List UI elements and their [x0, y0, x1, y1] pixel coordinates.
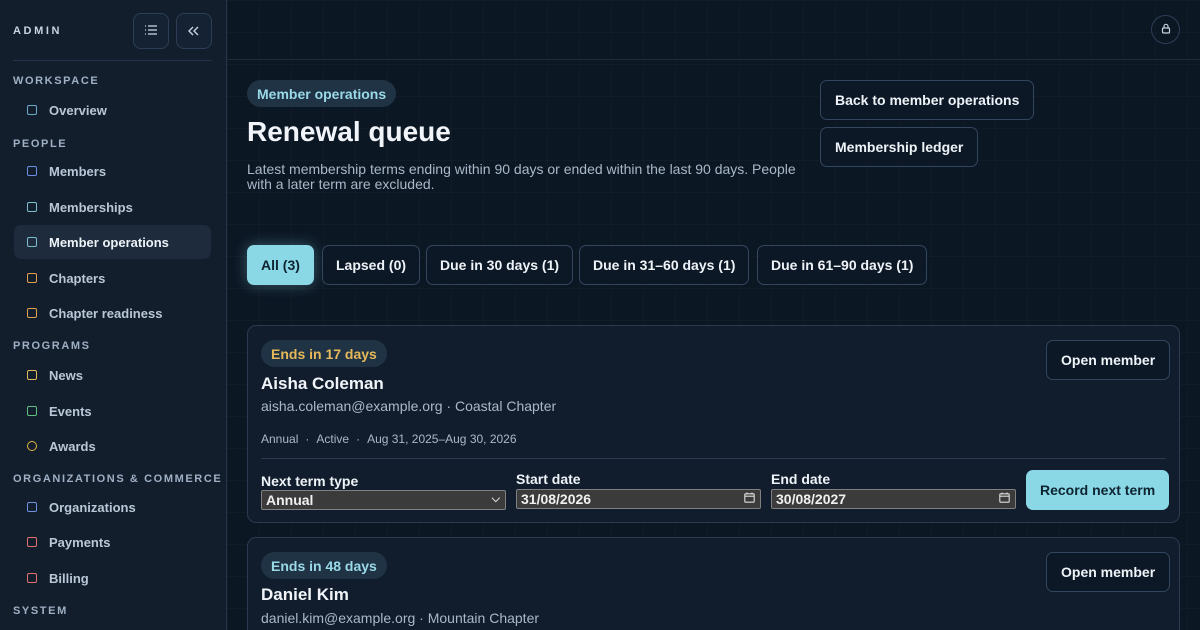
- sidebar-item-chapters[interactable]: Chapters: [14, 261, 211, 295]
- member-chapter: Mountain Chapter: [427, 610, 540, 626]
- membership-ledger-button[interactable]: Membership ledger: [820, 127, 979, 167]
- main-content: Member operations Renewal queue Latest m…: [227, 0, 1200, 630]
- member-term-meta: Annual · Active · Aug 31, 2025–Aug 30, 2026: [261, 432, 517, 446]
- term-range: Aug 31, 2025–Aug 30, 2026: [367, 432, 517, 446]
- end-date-value: 30/08/2027: [776, 491, 847, 507]
- sidebar-item-chapter-readiness[interactable]: Chapter readiness: [14, 296, 211, 330]
- credit-card-icon: [27, 573, 37, 583]
- sidebar-item-member-operations[interactable]: Member operations: [14, 225, 211, 259]
- list-view-button[interactable]: [133, 13, 169, 49]
- sidebar-item-label: Billing: [49, 570, 89, 586]
- newspaper-icon: [27, 370, 37, 380]
- open-member-button[interactable]: Open member: [1046, 340, 1171, 380]
- back-to-member-operations-button[interactable]: Back to member operations: [820, 80, 1035, 120]
- end-date-input[interactable]: 30/08/2027: [771, 489, 1016, 509]
- calendar-icon[interactable]: [744, 492, 755, 506]
- grid-icon: [27, 105, 37, 115]
- sidebar-item-organizations[interactable]: Organizations: [14, 490, 211, 524]
- page-description: Latest membership terms ending within 90…: [247, 161, 796, 192]
- filter-lapsed[interactable]: Lapsed (0): [322, 245, 421, 285]
- filter-all[interactable]: All (3): [247, 245, 314, 285]
- card-divider: [261, 458, 1166, 459]
- sidebar-item-news[interactable]: News: [14, 358, 211, 392]
- sidebar-item-label: Members: [49, 163, 107, 179]
- sidebar-item-label: Organizations: [49, 499, 136, 515]
- users-icon: [27, 166, 37, 176]
- status-badge: Ends in 48 days: [261, 552, 387, 579]
- start-date-label: Start date: [516, 471, 581, 487]
- lock-button[interactable]: [1151, 15, 1180, 44]
- filter-due-30[interactable]: Due in 30 days (1): [426, 245, 574, 285]
- member-contact: daniel.kim@example.org · Mountain Chapte…: [261, 610, 540, 626]
- sidebar-item-label: Chapter readiness: [49, 305, 163, 321]
- section-title-system: SYSTEM: [13, 605, 68, 617]
- filter-due-31-60[interactable]: Due in 31–60 days (1): [579, 245, 750, 285]
- record-next-term-button[interactable]: Record next term: [1026, 470, 1170, 510]
- sidebar-item-members[interactable]: Members: [14, 154, 211, 188]
- sidebar-item-events[interactable]: Events: [14, 394, 211, 428]
- sidebar-item-label: Payments: [49, 534, 111, 550]
- sidebar: ADMIN WORKSPACE Overview PEOPLE Members …: [0, 0, 227, 630]
- term-status: Active: [316, 432, 350, 446]
- credit-card-icon: [27, 537, 37, 547]
- sidebar-item-label: Member operations: [49, 234, 169, 250]
- top-bar: [227, 0, 1200, 60]
- end-date-label: End date: [771, 471, 831, 487]
- sidebar-header: ADMIN: [0, 0, 226, 61]
- open-member-button[interactable]: Open member: [1046, 552, 1171, 592]
- page-title: Renewal queue: [247, 116, 451, 147]
- home-icon: [27, 308, 37, 318]
- renewal-card: Ends in 48 days Open member Daniel Kim d…: [247, 537, 1180, 630]
- chevrons-left-icon: [188, 24, 200, 39]
- start-date-input[interactable]: 31/08/2026: [516, 489, 761, 509]
- sidebar-item-label: News: [49, 367, 83, 383]
- calendar-icon: [27, 406, 37, 416]
- calendar-icon[interactable]: [999, 492, 1010, 506]
- section-title-workspace: WORKSPACE: [13, 75, 100, 87]
- card-icon: [27, 237, 37, 247]
- section-title-organizations-commerce: ORGANIZATIONS & COMMERCE: [13, 473, 223, 485]
- list-icon: [144, 24, 158, 39]
- start-date-value: 31/08/2026: [521, 491, 592, 507]
- next-term-type-select[interactable]: Annual ⌵: [261, 490, 506, 510]
- sidebar-item-awards[interactable]: Awards: [14, 429, 211, 463]
- section-title-people: PEOPLE: [13, 138, 68, 150]
- renewal-card: Ends in 17 days Open member Aisha Colema…: [247, 325, 1180, 523]
- sidebar-divider: [13, 60, 212, 61]
- sidebar-item-label: Events: [49, 403, 92, 419]
- member-chapter: Coastal Chapter: [454, 398, 557, 414]
- brand-label: ADMIN: [13, 25, 63, 37]
- card-icon: [27, 202, 37, 212]
- member-email: daniel.kim@example.org: [261, 610, 416, 626]
- chevron-down-icon: ⌵: [491, 493, 500, 505]
- home-icon: [27, 273, 37, 283]
- member-name: Aisha Coleman: [261, 374, 384, 393]
- next-term-type-label: Next term type: [261, 473, 359, 489]
- lock-icon: [1161, 21, 1171, 39]
- member-contact: aisha.coleman@example.org · Coastal Chap…: [261, 398, 557, 414]
- sidebar-item-payments[interactable]: Payments: [14, 525, 211, 559]
- collapse-sidebar-button[interactable]: [176, 13, 212, 49]
- member-name: Daniel Kim: [261, 585, 349, 604]
- sidebar-item-label: Memberships: [49, 199, 133, 215]
- sidebar-item-overview[interactable]: Overview: [14, 93, 211, 127]
- sidebar-item-memberships[interactable]: Memberships: [14, 190, 211, 224]
- section-title-programs: PROGRAMS: [13, 340, 91, 352]
- sidebar-item-billing[interactable]: Billing: [14, 561, 211, 595]
- member-email: aisha.coleman@example.org: [261, 398, 443, 414]
- term-type: Annual: [261, 432, 299, 446]
- next-term-type-value: Annual: [266, 492, 314, 508]
- sidebar-item-label: Overview: [49, 102, 107, 118]
- award-icon: [27, 441, 37, 451]
- sidebar-item-label: Chapters: [49, 270, 106, 286]
- sidebar-item-label: Awards: [49, 438, 96, 454]
- building-icon: [27, 502, 37, 512]
- status-badge: Ends in 17 days: [261, 340, 387, 367]
- section-pill: Member operations: [247, 80, 397, 107]
- filter-due-61-90[interactable]: Due in 61–90 days (1): [757, 245, 928, 285]
